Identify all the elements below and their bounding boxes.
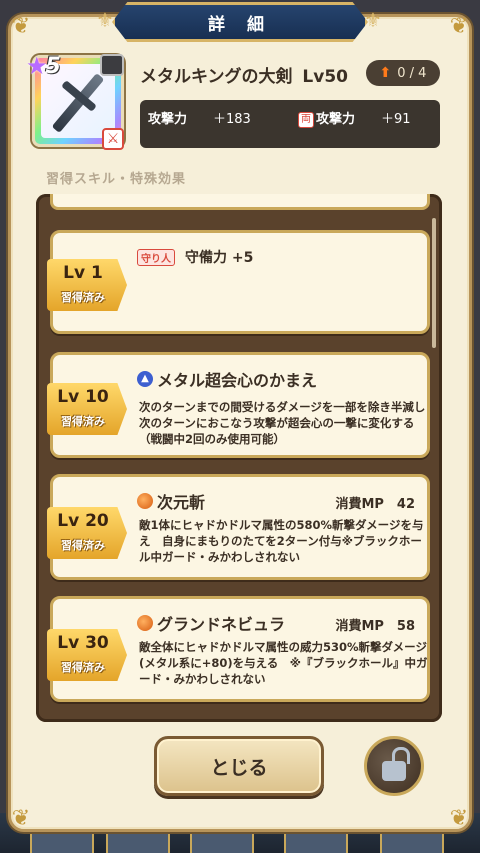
mp-cost: 消費MP 42 (335, 497, 415, 512)
list-item: Lv 10 習得済み ▲ メタル超会心のかまえ 次のターンまでの間受けるダメージ… (47, 352, 437, 458)
section-title: 習得スキル・特殊効果 (46, 172, 187, 187)
list-item: Lv 20 習得済み 次元斬 消費MP 42 敵1体にヒャドかドルマ属性の580… (47, 474, 430, 580)
rarity-badge: ★ 5 (26, 52, 61, 80)
level-badge: Lv 20 習得済み (47, 507, 127, 559)
list-item: Lv 30 習得済み グランドネビュラ 消費MP 58 敵全体にヒャドかドルマ属… (47, 596, 430, 702)
skill-description: 敵全体にヒャドかドルマ属性の威力530%斬撃ダメージ(メタル系に+80)を与える… (139, 640, 428, 686)
arrow-up-icon: ⬆ (379, 65, 392, 81)
orange-skill-icon (137, 615, 153, 631)
blue-skill-icon: ▲ (137, 371, 153, 387)
skill-list[interactable]: Lv 1 習得済み 守り人 守備力 +5 Lv 10 習得済み ▲ メタル超会心… (36, 194, 442, 722)
corner-ornament-icon: ❦ (449, 14, 469, 39)
mp-cost: 消費MP 58 (335, 619, 415, 634)
guardian-tag: 守り人 (137, 248, 175, 266)
corner-ornament-icon: ❦ (11, 14, 31, 39)
fleur-icon: ⚜ (96, 8, 114, 32)
level-badge: Lv 10 習得済み (47, 383, 127, 435)
close-button[interactable]: とじる (154, 736, 324, 796)
weapon-name: メタルキングの大剣 Lv50 (140, 67, 348, 87)
weapon-type-icon: ⚔ (102, 128, 124, 150)
weapon-level: Lv50 (302, 67, 348, 87)
stat-box: 攻撃力 ＋183 両攻撃力 ＋91 (140, 100, 440, 148)
upgrade-counter: ⬆ 0 / 4 (366, 60, 440, 86)
level-badge: Lv 30 習得済み (47, 629, 127, 681)
skill-title: 守り人 守備力 +5 (137, 247, 253, 267)
list-item: Lv 1 習得済み 守り人 守備力 +5 (47, 230, 430, 334)
scrollbar[interactable] (432, 218, 436, 348)
skill-description: 次のターンまでの間受けるダメージを一部を除き半減し 次のターンにおこなう攻撃が超… (139, 400, 437, 446)
skill-title: 次元斬 (137, 489, 205, 513)
lock-button[interactable] (364, 736, 424, 796)
list-item (50, 194, 430, 210)
skill-title: ▲ メタル超会心のかまえ (137, 367, 317, 391)
skill-description: 敵1体にヒャドかドルマ属性の580%斬撃ダメージを与え 自身にまもりのたてを2タ… (139, 518, 424, 564)
fleur-icon: ⚜ (364, 8, 382, 32)
skill-title: グランドネビュラ (137, 611, 285, 635)
stat-attack: 攻撃力 ＋183 (148, 112, 251, 127)
stat-attack-dual: 両攻撃力 ＋91 (298, 108, 411, 128)
dialog-title: 詳 細 (208, 14, 272, 35)
lock-icon (382, 761, 406, 781)
dual-tag: 両 (298, 111, 314, 128)
metal-slime-icon (100, 54, 124, 76)
dialog-title-banner: 詳 細 (112, 2, 368, 42)
star-icon: ★ (26, 52, 48, 80)
level-badge: Lv 1 習得済み (47, 259, 127, 311)
corner-ornament-icon: ❦ (11, 806, 31, 831)
orange-skill-icon (137, 493, 153, 509)
corner-ornament-icon: ❦ (449, 806, 469, 831)
